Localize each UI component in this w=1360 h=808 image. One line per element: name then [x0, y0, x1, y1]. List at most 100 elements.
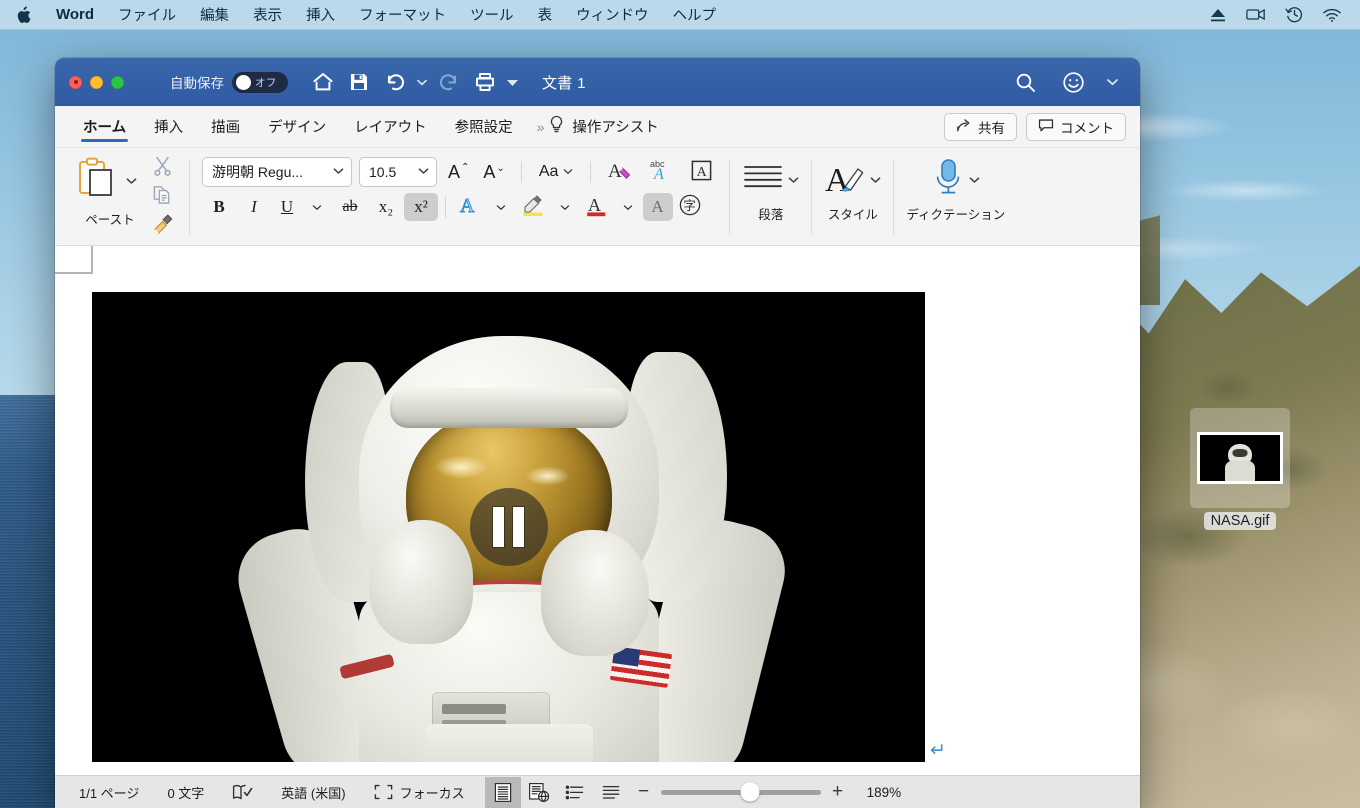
menu-app-name[interactable]: Word — [44, 0, 106, 29]
menu-item-help[interactable]: ヘルプ — [661, 0, 729, 29]
grow-font-button[interactable]: A ⌃ — [444, 158, 472, 186]
customize-caret-icon[interactable] — [504, 66, 520, 98]
web-layout-icon[interactable] — [521, 777, 557, 808]
apple-icon[interactable] — [0, 0, 44, 29]
font-name-combo[interactable]: 游明朝 Regu... — [202, 157, 352, 187]
italic-button[interactable]: I — [237, 193, 271, 221]
share-button[interactable]: 共有 — [944, 112, 1017, 141]
cut-button[interactable] — [147, 155, 177, 182]
comment-button[interactable]: コメント — [1026, 112, 1126, 141]
dictation-caret-icon[interactable] — [969, 171, 980, 189]
shrink-font-button[interactable]: A ⌄ — [479, 158, 507, 186]
bold-button[interactable]: B — [202, 193, 236, 221]
format-painter-button[interactable] — [147, 213, 177, 240]
language-status[interactable]: 英語 (米国) — [267, 783, 359, 802]
tab-insert[interactable]: 挿入 — [140, 106, 197, 147]
menu-item-window[interactable]: ウィンドウ — [564, 0, 661, 29]
wifi-icon[interactable] — [1322, 6, 1342, 24]
save-icon[interactable] — [342, 66, 376, 98]
tab-overflow-chevron-icon[interactable]: » — [537, 119, 545, 135]
highlight-button[interactable] — [516, 193, 550, 221]
autosave-toggle[interactable]: オフ — [232, 71, 288, 93]
paste-button[interactable]: ペースト — [73, 152, 147, 228]
font-color-button[interactable]: A — [580, 193, 613, 221]
chevron-down-icon[interactable] — [333, 166, 344, 178]
character-border-button[interactable]: A — [686, 158, 717, 186]
menu-item-table[interactable]: 表 — [526, 0, 565, 29]
underline-button[interactable]: U — [272, 193, 302, 221]
tab-selector[interactable] — [55, 246, 93, 274]
inserted-media[interactable] — [92, 292, 925, 762]
enclose-character-button[interactable]: 字 — [674, 193, 706, 221]
eject-icon[interactable] — [1208, 6, 1228, 24]
menu-item-tools[interactable]: ツール — [458, 0, 526, 29]
undo-icon[interactable] — [378, 66, 412, 98]
print-layout-icon[interactable] — [484, 776, 521, 808]
search-icon[interactable] — [1008, 66, 1042, 98]
menu-item-format[interactable]: フォーマット — [347, 0, 458, 29]
menu-item-insert[interactable]: 挿入 — [294, 0, 347, 29]
tab-draw[interactable]: 描画 — [197, 106, 254, 147]
pause-button[interactable] — [469, 488, 548, 566]
tab-home[interactable]: ホーム — [69, 106, 140, 147]
focus-mode[interactable]: フォーカス — [360, 783, 479, 802]
smiley-caret-icon[interactable] — [1104, 66, 1120, 98]
word-count[interactable]: 0 文字 — [153, 783, 218, 802]
underline-caret-icon[interactable] — [303, 193, 331, 221]
styles-caret-icon[interactable] — [870, 171, 881, 189]
zoom-button[interactable] — [111, 75, 124, 89]
time-machine-icon[interactable] — [1284, 6, 1304, 24]
menu-item-file[interactable]: ファイル — [106, 0, 188, 29]
menu-item-view[interactable]: 表示 — [241, 0, 294, 29]
desktop-file-icon[interactable]: NASA.gif — [1190, 408, 1290, 530]
strikethrough-button[interactable]: ab — [332, 193, 368, 221]
tab-design[interactable]: デザイン — [254, 106, 340, 147]
minimize-button[interactable] — [90, 75, 103, 89]
close-button[interactable] — [69, 75, 82, 89]
text-effects-caret-icon[interactable] — [487, 193, 515, 221]
paragraph-caret-icon[interactable] — [788, 171, 799, 189]
zoom-slider-knob[interactable] — [740, 782, 760, 802]
clear-formatting-button[interactable]: A — [604, 158, 638, 186]
highlight-caret-icon[interactable] — [551, 193, 579, 221]
screen-record-icon[interactable] — [1246, 6, 1266, 24]
autosave-group[interactable]: 自動保存 オフ — [170, 71, 288, 93]
menu-item-edit[interactable]: 編集 — [188, 0, 241, 29]
phonetic-guide-button[interactable]: abc A — [645, 158, 679, 186]
gif-video-player[interactable] — [92, 292, 925, 762]
page-count[interactable]: 1/1 ページ — [65, 783, 153, 802]
chevron-down-icon[interactable] — [563, 167, 573, 178]
tab-references[interactable]: 参照設定 — [441, 106, 527, 147]
undo-caret-icon[interactable] — [414, 66, 430, 98]
superscript-button[interactable]: x² — [404, 193, 438, 221]
chevron-down-icon[interactable] — [418, 166, 429, 178]
subscript-button[interactable]: x₂ — [369, 193, 403, 221]
paste-caret-icon[interactable] — [117, 167, 145, 195]
document-canvas[interactable]: ↵ — [55, 246, 1140, 775]
zoom-in-button[interactable]: + — [831, 781, 845, 803]
styles-button[interactable]: A スタイル — [824, 152, 881, 223]
zoom-level[interactable]: 189% — [867, 785, 909, 800]
draft-view-icon[interactable] — [593, 777, 629, 808]
smiley-icon[interactable] — [1056, 66, 1090, 98]
copy-button[interactable] — [147, 184, 177, 211]
outline-view-icon[interactable] — [557, 777, 593, 808]
dictation-button[interactable]: ディクテーション — [906, 152, 1005, 223]
change-case-button[interactable]: Aa — [535, 158, 578, 186]
zoom-out-button[interactable]: − — [637, 781, 651, 803]
tell-me-assist[interactable]: 操作アシスト — [548, 115, 659, 138]
paragraph-button[interactable]: 段落 — [742, 152, 799, 223]
character-shading-button[interactable]: A — [643, 193, 673, 221]
zoom-slider[interactable] — [660, 782, 821, 802]
tab-layout[interactable]: レイアウト — [340, 106, 441, 147]
redo-icon[interactable] — [432, 66, 466, 98]
print-icon[interactable] — [468, 66, 502, 98]
font-size-combo[interactable]: 10.5 — [359, 157, 437, 187]
thumbnail-astronaut-visor — [1232, 449, 1248, 457]
font-color-caret-icon[interactable] — [614, 193, 642, 221]
file-name-label[interactable]: NASA.gif — [1203, 512, 1277, 530]
document-page[interactable]: ↵ — [55, 274, 1140, 775]
text-effects-button[interactable]: A — [453, 193, 486, 221]
home-icon[interactable] — [306, 66, 340, 98]
proofing-status[interactable] — [218, 784, 267, 801]
